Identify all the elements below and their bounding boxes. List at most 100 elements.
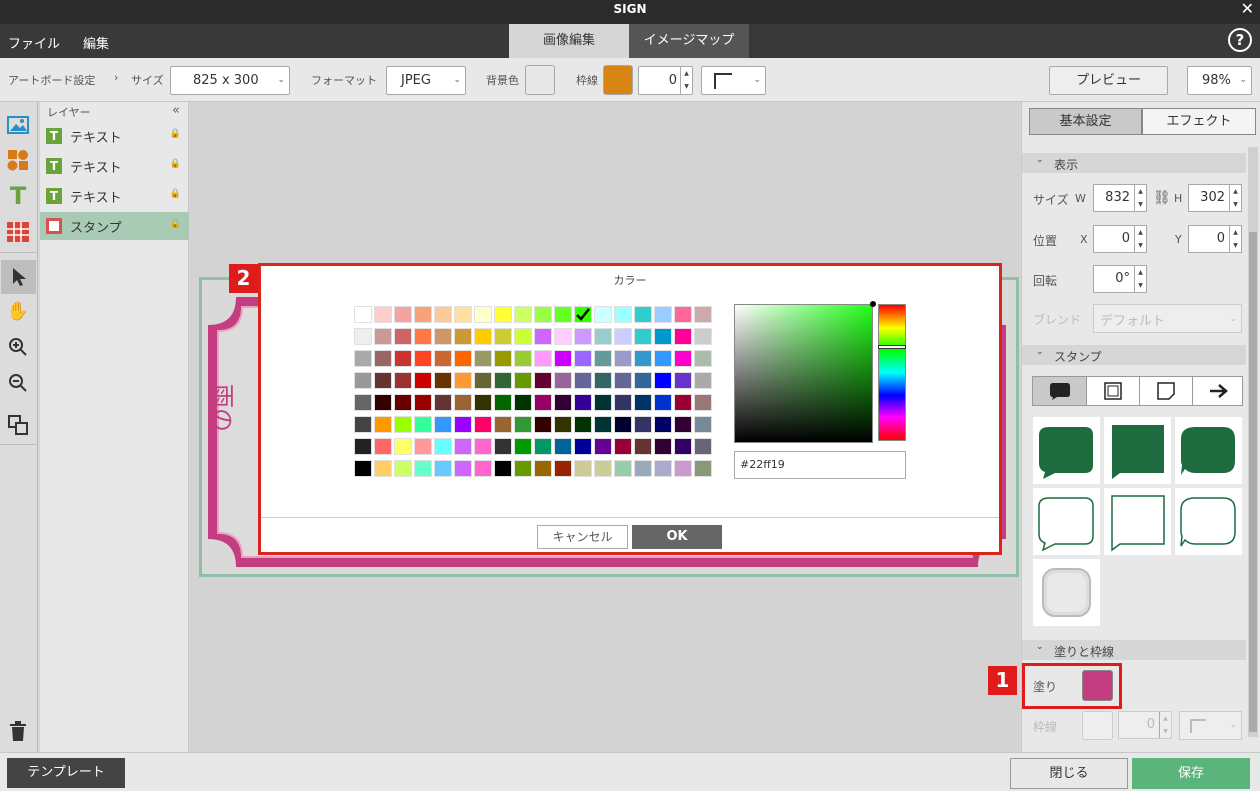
stepper-arrows-icon[interactable]: ▲ ▼ <box>1229 226 1241 252</box>
layer-item[interactable]: T テキスト 🔒 <box>40 122 189 150</box>
color-swatch[interactable] <box>634 416 652 433</box>
color-swatch[interactable] <box>434 328 452 345</box>
color-swatch[interactable] <box>674 460 692 477</box>
lock-icon[interactable]: 🔒 <box>170 159 181 169</box>
tab-effects[interactable]: エフェクト <box>1142 108 1256 135</box>
stepper-arrows-icon[interactable]: ▲ ▼ <box>1229 185 1241 211</box>
color-swatch[interactable] <box>554 350 572 367</box>
text-tool-icon[interactable]: T <box>5 182 31 210</box>
color-swatch[interactable] <box>494 394 512 411</box>
color-swatch[interactable] <box>514 394 532 411</box>
color-swatch[interactable] <box>514 438 532 455</box>
color-swatch[interactable] <box>434 306 452 323</box>
color-swatch[interactable] <box>574 438 592 455</box>
color-swatch[interactable] <box>514 328 532 345</box>
format-select[interactable]: JPEG ⌄ <box>386 66 466 95</box>
template-button[interactable]: テンプレート <box>7 758 125 788</box>
color-swatch[interactable] <box>654 372 672 389</box>
color-swatch[interactable] <box>574 350 592 367</box>
color-swatch[interactable] <box>594 394 612 411</box>
scrollbar-thumb[interactable] <box>1249 232 1257 732</box>
color-swatch[interactable] <box>694 394 712 411</box>
preview-button[interactable]: プレビュー <box>1049 66 1168 95</box>
color-swatch[interactable] <box>394 416 412 433</box>
stepper-arrows-icon[interactable]: ▲ ▼ <box>1159 712 1171 738</box>
color-swatch[interactable] <box>654 306 672 323</box>
color-swatch[interactable] <box>454 350 472 367</box>
color-swatch[interactable] <box>454 306 472 323</box>
color-swatch[interactable] <box>474 328 492 345</box>
color-swatch[interactable] <box>434 438 452 455</box>
color-swatch[interactable] <box>634 328 652 345</box>
stamp-option[interactable] <box>1175 488 1242 555</box>
saturation-picker[interactable] <box>734 301 876 443</box>
color-swatch[interactable] <box>494 372 512 389</box>
color-swatch[interactable] <box>454 416 472 433</box>
color-swatch[interactable] <box>514 416 532 433</box>
color-swatch[interactable] <box>534 306 552 323</box>
help-icon[interactable]: ? <box>1228 28 1252 52</box>
stroke-style-select[interactable]: ⌄ <box>1179 711 1242 740</box>
color-swatch[interactable] <box>474 306 492 323</box>
color-swatch[interactable] <box>434 460 452 477</box>
color-swatch[interactable] <box>554 460 572 477</box>
lock-icon[interactable]: 🔒 <box>170 189 181 199</box>
color-swatch[interactable] <box>554 394 572 411</box>
color-swatch[interactable] <box>414 394 432 411</box>
tab-image-map[interactable]: イメージマップ <box>629 24 749 58</box>
menu-file[interactable]: ファイル <box>8 33 60 52</box>
tab-image-edit[interactable]: 画像編集 <box>509 24 629 58</box>
color-swatch[interactable] <box>454 372 472 389</box>
color-swatch[interactable] <box>354 460 372 477</box>
stepper-arrows-icon[interactable]: ▲ ▼ <box>1134 266 1146 292</box>
color-swatch[interactable] <box>434 350 452 367</box>
color-swatch[interactable] <box>694 416 712 433</box>
color-swatch[interactable] <box>434 394 452 411</box>
color-swatch[interactable] <box>674 328 692 345</box>
width-input[interactable]: 832 ▲ ▼ <box>1093 184 1147 212</box>
color-swatch[interactable] <box>474 350 492 367</box>
color-swatch[interactable] <box>414 372 432 389</box>
color-swatch[interactable] <box>574 306 592 323</box>
color-swatch[interactable] <box>654 328 672 345</box>
color-swatch[interactable] <box>394 350 412 367</box>
color-swatch[interactable] <box>614 416 632 433</box>
lock-icon[interactable]: 🔒 <box>170 219 181 229</box>
hue-slider[interactable] <box>878 304 906 441</box>
color-swatch[interactable] <box>374 416 392 433</box>
border-style-select[interactable]: ⌄ <box>701 66 766 95</box>
color-swatch[interactable] <box>394 372 412 389</box>
x-input[interactable]: 0 ▲ ▼ <box>1093 225 1147 253</box>
hand-icon[interactable]: ✋ <box>5 298 31 324</box>
height-input[interactable]: 302 ▲ ▼ <box>1188 184 1242 212</box>
scrollbar[interactable] <box>1248 147 1258 737</box>
color-swatch[interactable] <box>654 350 672 367</box>
stamp-option[interactable] <box>1104 417 1171 484</box>
color-swatch[interactable] <box>594 438 612 455</box>
color-swatch[interactable] <box>354 306 372 323</box>
ok-button[interactable]: OK <box>632 525 722 549</box>
color-swatch[interactable] <box>574 416 592 433</box>
color-swatch[interactable] <box>534 416 552 433</box>
color-swatch[interactable] <box>594 328 612 345</box>
lock-icon[interactable]: 🔒 <box>170 129 181 139</box>
size-select[interactable]: 825 x 300 ⌄ <box>170 66 290 95</box>
blend-select[interactable]: デフォルト ⌄ <box>1093 304 1242 333</box>
hue-slider-handle[interactable] <box>878 345 906 349</box>
zoom-in-icon[interactable] <box>5 334 31 360</box>
color-swatch[interactable] <box>554 438 572 455</box>
color-swatch[interactable] <box>394 438 412 455</box>
color-swatch[interactable] <box>694 438 712 455</box>
stepper-arrows-icon[interactable]: ▲ ▼ <box>1134 226 1146 252</box>
arrange-icon[interactable] <box>5 412 31 438</box>
layer-item-selected[interactable]: スタンプ 🔒 <box>40 212 189 240</box>
zoom-select[interactable]: 98% ⌄ <box>1187 66 1252 95</box>
color-swatch[interactable] <box>374 394 392 411</box>
pointer-icon[interactable] <box>1 260 36 294</box>
color-swatch[interactable] <box>594 372 612 389</box>
color-swatch[interactable] <box>634 460 652 477</box>
image-icon[interactable] <box>5 112 31 138</box>
color-swatch[interactable] <box>574 394 592 411</box>
color-swatch[interactable] <box>354 372 372 389</box>
color-swatch[interactable] <box>374 372 392 389</box>
